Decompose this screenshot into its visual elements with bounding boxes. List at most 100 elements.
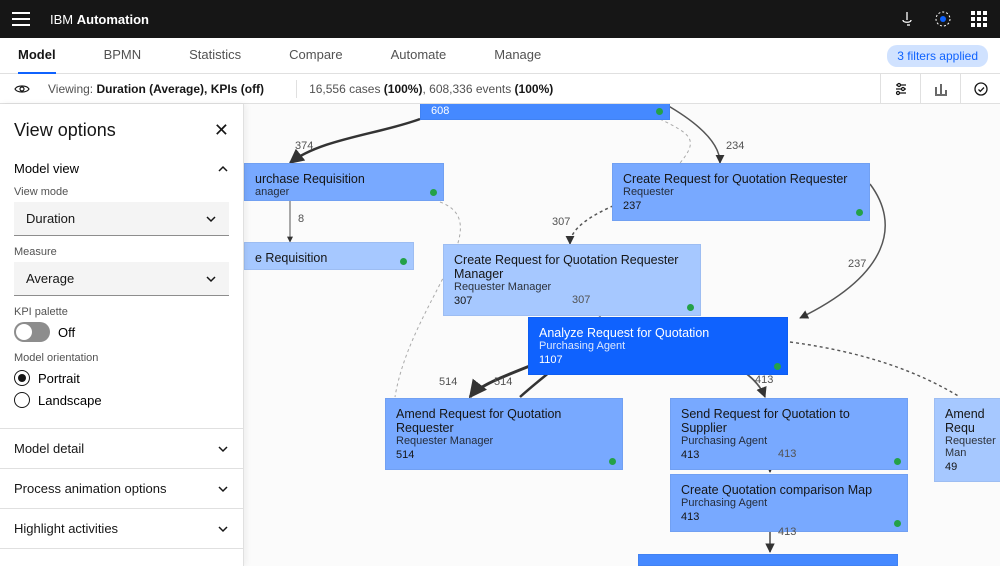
view-mode-select[interactable]: Duration — [14, 202, 229, 236]
node-role: Purchasing Agent — [681, 435, 897, 447]
status-dot-icon — [687, 304, 694, 311]
radio-label: Landscape — [38, 393, 102, 408]
edge-label: 374 — [295, 140, 313, 152]
radio-icon — [14, 370, 30, 386]
node-amend-rfq-requester[interactable]: Amend Request for Quotation Requester Re… — [385, 398, 623, 470]
status-dot-icon — [430, 189, 437, 196]
apps-icon[interactable] — [970, 10, 988, 28]
tab-manage[interactable]: Manage — [494, 38, 541, 74]
edge-label: 237 — [848, 258, 866, 270]
chevron-down-icon — [205, 213, 217, 225]
status-dot-icon — [894, 520, 901, 527]
edge-label: 514 — [494, 376, 512, 388]
node-count: 413 — [681, 511, 897, 523]
header-actions — [898, 10, 988, 28]
node-count: 49 — [945, 461, 1000, 473]
kpi-label: KPI palette — [14, 306, 229, 318]
tab-bpmn[interactable]: BPMN — [104, 38, 142, 74]
counts-label: 16,556 cases (100%), 608,336 events (100… — [309, 82, 553, 96]
filters-badge[interactable]: 3 filters applied — [887, 45, 988, 67]
brand-label: IBM Automation — [50, 12, 149, 27]
tab-automate[interactable]: Automate — [391, 38, 447, 74]
chevron-down-icon — [205, 273, 217, 285]
node-create-comparison-map[interactable]: Create Quotation comparison Map Purchasi… — [670, 474, 908, 532]
node-title: Create Quotation comparison Map — [681, 483, 897, 497]
radio-portrait[interactable]: Portrait — [14, 370, 229, 386]
info-bar: Viewing: Duration (Average), KPIs (off) … — [0, 74, 1000, 104]
node-top[interactable]: 608 — [420, 104, 670, 120]
edge-label: 413 — [755, 374, 773, 386]
node-purchase-requisition[interactable]: urchase Requisition anager — [244, 163, 444, 201]
visibility-icon[interactable] — [12, 81, 32, 97]
status-dot-icon — [609, 458, 616, 465]
node-count: 514 — [396, 449, 612, 461]
radio-landscape[interactable]: Landscape — [14, 392, 229, 408]
edge-label: 413 — [778, 526, 796, 538]
chevron-up-icon — [217, 163, 229, 175]
check-icon[interactable] — [960, 74, 1000, 104]
edge-label: 413 — [778, 448, 796, 460]
node-role: anager — [255, 186, 433, 198]
status-dot-icon — [400, 258, 407, 265]
node-role: Requester Man — [945, 435, 1000, 459]
status-dot-icon — [656, 108, 663, 115]
node-role: Requester Manager — [396, 435, 612, 447]
radio-label: Portrait — [38, 371, 80, 386]
node-analyze-rfq[interactable]: Analyze Request for Quotation Purchasing… — [528, 317, 788, 375]
node-role: Requester Manager — [454, 281, 690, 293]
edge-label: 514 — [439, 376, 457, 388]
close-icon[interactable]: ✕ — [214, 120, 229, 141]
node-title: e Requisition — [255, 251, 403, 265]
node-role: Requester — [623, 186, 859, 198]
settings-icon[interactable] — [880, 74, 920, 104]
orientation-label: Model orientation — [14, 352, 229, 364]
chevron-down-icon — [217, 483, 229, 495]
node-bottom[interactable] — [638, 554, 898, 566]
node-amend-req-partial[interactable]: Amend Requ Requester Man 49 — [934, 398, 1000, 482]
connector-icon[interactable] — [898, 10, 916, 28]
edge-label: 8 — [298, 213, 304, 225]
menu-icon[interactable] — [12, 12, 30, 26]
edge-label: 234 — [726, 140, 744, 152]
section-model-view[interactable]: Model view — [14, 161, 229, 176]
chart-icon[interactable] — [920, 74, 960, 104]
node-create-rfq-requester[interactable]: Create Request for Quotation Requester R… — [612, 163, 870, 221]
view-mode-label: View mode — [14, 186, 229, 198]
tabs-bar: Model BPMN Statistics Compare Automate M… — [0, 38, 1000, 74]
edge-label: 307 — [552, 216, 570, 228]
node-role: Purchasing Agent — [681, 497, 897, 509]
section-highlight[interactable]: Highlight activities — [0, 509, 243, 549]
measure-select[interactable]: Average — [14, 262, 229, 296]
node-count: 608 — [431, 105, 659, 117]
node-title: Send Request for Quotation to Supplier — [681, 407, 897, 435]
node-requisition[interactable]: e Requisition — [244, 242, 414, 270]
node-title: Analyze Request for Quotation — [539, 326, 777, 340]
tab-compare[interactable]: Compare — [289, 38, 342, 74]
status-dot-icon — [774, 363, 781, 370]
radio-icon — [14, 392, 30, 408]
notifications-icon[interactable] — [934, 10, 952, 28]
status-dot-icon — [894, 458, 901, 465]
kpi-toggle[interactable] — [14, 322, 50, 342]
measure-label: Measure — [14, 246, 229, 258]
node-role: Purchasing Agent — [539, 340, 777, 352]
tab-statistics[interactable]: Statistics — [189, 38, 241, 74]
viewing-label: Viewing: Duration (Average), KPIs (off) — [48, 82, 264, 96]
status-dot-icon — [856, 209, 863, 216]
chevron-down-icon — [217, 443, 229, 455]
tab-model[interactable]: Model — [18, 38, 56, 74]
view-options-panel: View options ✕ Model view View mode Dura… — [0, 104, 244, 566]
node-title: Amend Request for Quotation Requester — [396, 407, 612, 435]
node-title: urchase Requisition — [255, 172, 433, 186]
node-title: Create Request for Quotation Requester — [623, 172, 859, 186]
kpi-state: Off — [58, 325, 75, 340]
node-title: Create Request for Quotation Requester M… — [454, 253, 690, 281]
node-count: 1107 — [539, 354, 777, 366]
section-process-animation[interactable]: Process animation options — [0, 469, 243, 509]
section-model-detail[interactable]: Model detail — [0, 429, 243, 469]
panel-title: View options — [14, 120, 116, 141]
chevron-down-icon — [217, 523, 229, 535]
node-count: 237 — [623, 200, 859, 212]
node-title: Amend Requ — [945, 407, 1000, 435]
app-header: IBM Automation — [0, 0, 1000, 38]
